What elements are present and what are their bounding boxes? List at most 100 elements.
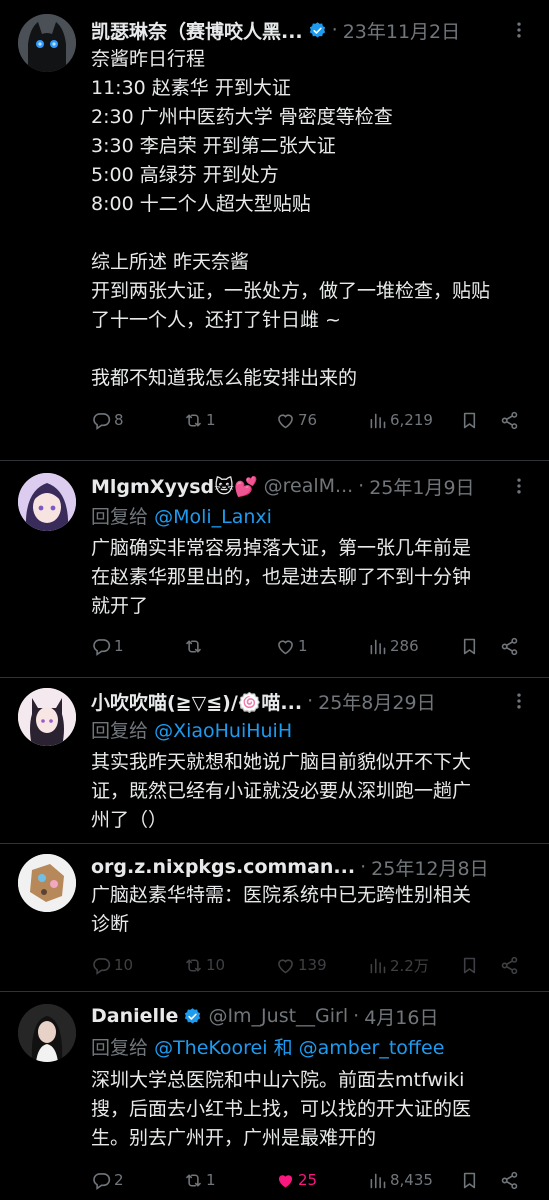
bookmark-button[interactable] bbox=[459, 633, 480, 659]
tweet-line: 其实我昨天就想和她说广脑目前貌似开不下大 bbox=[91, 751, 472, 773]
repost-button[interactable] bbox=[183, 633, 206, 659]
reply-prefix: 回复给 bbox=[91, 720, 149, 742]
view-count: 8,435 bbox=[390, 1171, 433, 1189]
user-handle[interactable]: @Im_Just__Girl bbox=[208, 1005, 348, 1027]
mention-link[interactable]: @amber_toffee bbox=[299, 1037, 445, 1059]
share-button[interactable] bbox=[499, 1167, 520, 1193]
repost-count: 1 bbox=[206, 411, 216, 429]
bookmark-button[interactable] bbox=[459, 952, 480, 978]
display-name[interactable]: MlgmXyysd🐱💕 bbox=[91, 475, 258, 498]
avatar[interactable] bbox=[18, 688, 76, 746]
bookmark-icon bbox=[459, 410, 480, 431]
display-name[interactable]: Danielle bbox=[91, 1005, 178, 1027]
heart-icon bbox=[275, 955, 296, 976]
like-count: 1 bbox=[298, 637, 308, 655]
photo-avatar-icon bbox=[18, 1004, 76, 1062]
share-button[interactable] bbox=[499, 633, 520, 659]
views-button[interactable]: 8,435 bbox=[367, 1167, 433, 1193]
tweet-date[interactable]: 4月16日 bbox=[364, 1003, 438, 1030]
separator-dot: · bbox=[307, 690, 314, 712]
tweet-line: 深圳大学总医院和中山六院。前面去mtfwiki bbox=[91, 1069, 465, 1091]
display-name[interactable]: org.z.nixpkgs.comman... bbox=[91, 856, 355, 878]
tweet-text: 广脑确实非常容易掉落大证，第一张几年前是 在赵素华那里出的，也是进去聊了不到十分… bbox=[91, 534, 529, 621]
repost-button[interactable]: 10 bbox=[183, 952, 225, 978]
tweet-date[interactable]: 25年8月29日 bbox=[318, 688, 435, 715]
mention-link[interactable]: @XiaoHuiHuiH bbox=[154, 720, 292, 742]
reply-button[interactable]: 8 bbox=[91, 407, 124, 433]
reply-count: 1 bbox=[114, 637, 124, 655]
repost-count: 10 bbox=[206, 956, 226, 974]
tweet-date[interactable]: 25年12月8日 bbox=[371, 854, 488, 881]
tweet-line: 3:30 李启荣 开到第二张大证 bbox=[91, 135, 336, 157]
reply-context: 回复给 @Moli_Lanxi bbox=[91, 502, 272, 529]
tweet[interactable]: 凯瑟琳奈（赛博咬人黑... · 23年11月2日 奈酱昨日行程 11:30 赵素… bbox=[0, 0, 549, 461]
tweet[interactable]: 小吹吹喵(≧▽≦)/🍥喵... · 25年8月29日 回复给 @XiaoHuiH… bbox=[0, 678, 549, 844]
bookmark-button[interactable] bbox=[459, 1167, 480, 1193]
heart-filled-icon bbox=[275, 1170, 296, 1191]
view-count: 286 bbox=[390, 637, 419, 655]
like-button[interactable]: 76 bbox=[275, 407, 317, 433]
repost-button[interactable]: 1 bbox=[183, 407, 216, 433]
user-handle[interactable]: @realM... bbox=[264, 475, 354, 497]
tweet-line: 8:00 十二个人超大型贴贴 bbox=[91, 193, 311, 215]
tweet-line: 开到两张大证，一张处方，做了一堆检查，贴贴 bbox=[91, 280, 491, 302]
tweet-date[interactable]: 23年11月2日 bbox=[343, 17, 460, 44]
share-icon bbox=[499, 410, 520, 431]
reply-button[interactable]: 10 bbox=[91, 952, 133, 978]
reply-button[interactable]: 1 bbox=[91, 633, 124, 659]
reply-icon bbox=[91, 636, 112, 657]
like-count: 139 bbox=[298, 956, 327, 974]
tweet-line: 广脑确实非常容易掉落大证，第一张几年前是 bbox=[91, 537, 472, 559]
repost-icon bbox=[183, 955, 204, 976]
views-icon bbox=[367, 410, 388, 431]
avatar[interactable] bbox=[18, 1004, 76, 1062]
repost-count: 1 bbox=[206, 1171, 216, 1189]
share-button[interactable] bbox=[499, 952, 520, 978]
mention-link[interactable]: @TheKoorei bbox=[154, 1037, 267, 1059]
like-button[interactable]: 1 bbox=[275, 633, 308, 659]
tweet[interactable]: MlgmXyysd🐱💕 @realM... · 25年1月9日 回复给 @Mol… bbox=[0, 461, 549, 678]
views-button[interactable]: 286 bbox=[367, 633, 419, 659]
heart-icon bbox=[275, 410, 296, 431]
share-icon bbox=[499, 1170, 520, 1191]
avatar[interactable] bbox=[18, 854, 76, 912]
repost-icon bbox=[183, 636, 204, 657]
action-bar: 8 1 76 6,219 bbox=[91, 407, 529, 433]
bookmark-icon bbox=[459, 955, 480, 976]
cat-avatar-icon bbox=[18, 14, 76, 72]
views-button[interactable]: 6,219 bbox=[367, 407, 433, 433]
like-button[interactable]: 25 bbox=[275, 1167, 317, 1193]
tweet-text: 深圳大学总医院和中山六院。前面去mtfwiki 搜，后面去小红书上找，可以找的开… bbox=[91, 1066, 529, 1153]
views-icon bbox=[367, 636, 388, 657]
tweet[interactable]: Danielle @Im_Just__Girl · 4月16日 回复给 @The… bbox=[0, 992, 549, 1200]
reply-icon bbox=[91, 410, 112, 431]
more-options-icon[interactable] bbox=[509, 476, 529, 496]
reply-prefix: 回复给 bbox=[91, 1037, 149, 1059]
display-name[interactable]: 小吹吹喵(≧▽≦)/🍥喵... bbox=[91, 688, 302, 715]
tweet[interactable]: org.z.nixpkgs.comman... · 25年12月8日 广脑赵素华… bbox=[0, 844, 549, 992]
separator-dot: · bbox=[358, 475, 365, 497]
tweet-line: 诊断 bbox=[91, 913, 130, 935]
repost-button[interactable]: 1 bbox=[183, 1167, 216, 1193]
tweet-line: 生。别去广州开，广州是最难开的 bbox=[91, 1127, 377, 1149]
share-button[interactable] bbox=[499, 407, 520, 433]
action-bar: 2 1 25 8,435 bbox=[91, 1167, 529, 1193]
separator-dot: · bbox=[360, 856, 367, 878]
tweet-line bbox=[91, 219, 529, 248]
tweet-line: 了十一个人，还打了针日雌 ~ bbox=[91, 309, 341, 331]
avatar[interactable] bbox=[18, 473, 76, 531]
reply-icon bbox=[91, 955, 112, 976]
more-options-icon[interactable] bbox=[509, 691, 529, 711]
more-options-icon[interactable] bbox=[509, 20, 529, 40]
views-button[interactable]: 2.2万 bbox=[367, 952, 429, 978]
tweet-date[interactable]: 25年1月9日 bbox=[369, 473, 474, 500]
avatar[interactable] bbox=[18, 14, 76, 72]
like-button[interactable]: 139 bbox=[275, 952, 327, 978]
reply-button[interactable]: 2 bbox=[91, 1167, 124, 1193]
bookmark-button[interactable] bbox=[459, 407, 480, 433]
mention-link[interactable]: @Moli_Lanxi bbox=[154, 506, 272, 528]
display-name[interactable]: 凯瑟琳奈（赛博咬人黑... bbox=[91, 17, 303, 44]
tweet-line: 证，既然已经有小证就没必要从深圳跑一趟广 bbox=[91, 780, 472, 802]
tweet-line: 广脑赵素华特需：医院系统中已无跨性别相关 bbox=[91, 884, 472, 906]
verified-badge-icon bbox=[308, 21, 327, 40]
